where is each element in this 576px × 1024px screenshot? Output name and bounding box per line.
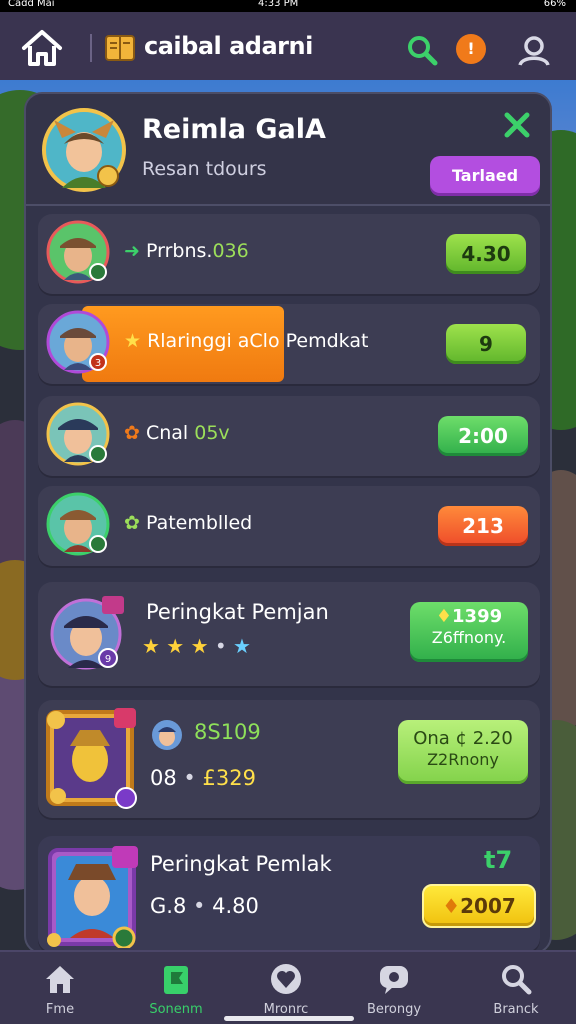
row-corner-label: t7 [484, 846, 513, 874]
score-pill: ♦2007 [422, 884, 536, 928]
nav-label: Fme [45, 1002, 75, 1017]
row-badge: 9 [105, 654, 111, 665]
home-button[interactable] [20, 28, 64, 68]
ranking-row[interactable]: ✿ Cnal 05v 2:00 [38, 396, 540, 476]
nav-label: Sonenm [149, 1002, 203, 1017]
panel-header: Reimla GalA Resan tdours Tarlaed [26, 94, 550, 206]
panel-subtitle: Resan tdours [142, 158, 267, 180]
score-pill: Ona ¢ 2.20 Z2Rnony [398, 720, 528, 784]
avatar [46, 492, 110, 556]
row-label: ★ Rlaringgi aClo Pemdkat [124, 330, 369, 352]
nav-item-fourth[interactable]: Berongy [344, 962, 444, 1017]
top-bar-divider [90, 34, 92, 62]
clock-text: 4:33 PM [258, 0, 299, 9]
ranking-row[interactable]: ✿ Patemblled 213 [38, 486, 540, 566]
card-avatar [47, 846, 138, 948]
close-icon [504, 112, 530, 138]
row-score-primary: 8S109 [194, 720, 261, 744]
nav-label: Branck [493, 1002, 539, 1017]
score-pill: 2:00 [438, 416, 528, 456]
leaderboard-panel: Reimla GalA Resan tdours Tarlaed ➜ Prrbn… [24, 92, 552, 954]
top-app-bar: caibal adarni ! [0, 12, 576, 80]
row-label: ✿ Patemblled [124, 512, 253, 534]
coin-icon: ♦ [442, 894, 461, 918]
app-title: caibal adarni [144, 32, 313, 60]
panel-title: Reimla GalA [142, 114, 326, 145]
coin-icon: ♦ [435, 606, 453, 627]
status-bar: Cadd Mai 4:33 PM 66% [0, 0, 576, 12]
nav-label: Mronrc [263, 1002, 309, 1017]
row-stats: G.8 • 4.80 [150, 894, 259, 918]
row-stats: 08 • £329 [150, 766, 256, 790]
close-button[interactable] [502, 110, 532, 140]
header-action-button[interactable]: Tarlaed [430, 156, 540, 196]
score-pill: ♦1399 Z6ffnony. [410, 602, 528, 662]
row-badge: 3 [95, 358, 101, 369]
home-icon [46, 966, 74, 993]
battery-text: 66% [543, 0, 566, 9]
score-pill: 9 [446, 324, 526, 364]
avatar [46, 402, 110, 466]
score-pill: 213 [438, 506, 528, 546]
chat-icon [380, 966, 408, 994]
carrier-text: Cadd Mai [8, 0, 55, 9]
avatar [46, 220, 110, 284]
search-icon [502, 965, 532, 995]
book-logo-icon [104, 32, 136, 64]
star-rating: ★ ★ ★ • ★ [142, 634, 251, 658]
row-label: ➜ Prrbns.036 [124, 240, 249, 262]
nav-item-home[interactable]: Fme [10, 962, 110, 1017]
search-icon [408, 36, 438, 66]
profile-button[interactable] [516, 32, 552, 68]
row-label: Peringkat Pemlak [150, 852, 332, 876]
badge-icon: ✿ [124, 512, 146, 534]
arrow-icon: ➜ [124, 240, 146, 262]
ranking-row[interactable]: ➜ Prrbns.036 4.30 [38, 214, 540, 294]
heart-icon [271, 964, 301, 994]
home-icon [22, 30, 62, 66]
nav-label: Berongy [366, 1002, 422, 1017]
card-avatar [46, 708, 137, 809]
user-icon [518, 36, 550, 66]
home-indicator [224, 1016, 354, 1021]
bottom-navigation: Fme Sonenm Mronrc Berongy Branck [0, 950, 576, 1024]
notification-button[interactable]: ! [456, 34, 486, 64]
search-button[interactable] [404, 32, 440, 68]
player-avatar [42, 108, 126, 192]
nav-item-search[interactable]: Branck [466, 962, 566, 1017]
star-icon: ★ [124, 330, 148, 352]
ranking-row[interactable]: 8S109 08 • £329 Ona ¢ 2.20 Z2Rnony [38, 700, 540, 818]
row-label: ✿ Cnal 05v [124, 422, 230, 444]
score-pill: 4.30 [446, 234, 526, 274]
flag-icon [164, 966, 188, 994]
small-avatar-icon [152, 720, 182, 750]
ranking-row[interactable]: Peringkat Pemlak G.8 • 4.80 t7 ♦2007 [38, 836, 540, 952]
gift-icon: ✿ [124, 422, 146, 444]
nav-item-second[interactable]: Sonenm [126, 962, 226, 1017]
avatar: 9 [50, 596, 124, 670]
ranking-row[interactable]: 9 Peringkat Pemjan ★ ★ ★ • ★ ♦1399 Z6ffn… [38, 582, 540, 686]
avatar: 3 [46, 310, 110, 374]
nav-item-third[interactable]: Mronrc [236, 962, 336, 1017]
ranking-row[interactable]: 3 ★ Rlaringgi aClo Pemdkat 9 [38, 304, 540, 384]
notification-icon: ! [467, 39, 475, 58]
row-label: Peringkat Pemjan [146, 600, 329, 624]
